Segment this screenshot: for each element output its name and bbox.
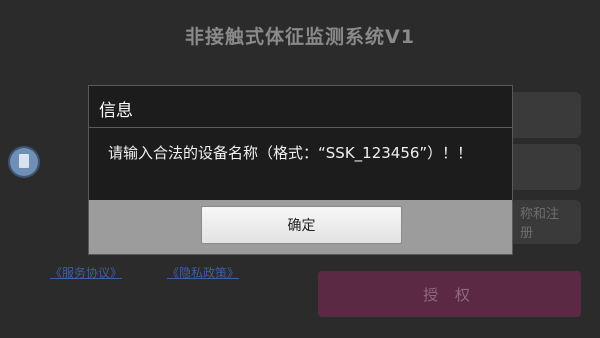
privacy-policy-link[interactable]: 《隐私政策》 — [167, 264, 239, 281]
dialog-divider — [89, 127, 512, 128]
register-button[interactable]: 称和注册 — [510, 200, 581, 244]
dialog-message: 请输入合法的设备名称（格式：“SSK_123456”）！！ — [108, 144, 473, 162]
dialog-title: 信息 — [99, 101, 133, 121]
register-button-label: 称和注册 — [520, 207, 560, 241]
service-agreement-link[interactable]: 《服务协议》 — [50, 264, 122, 281]
authorize-button[interactable]: 授 权 — [318, 271, 581, 317]
ok-button[interactable]: 确定 — [201, 206, 402, 244]
info-dialog: 信息 请输入合法的设备名称（格式：“SSK_123456”）！！ 确定 — [88, 85, 513, 255]
app-title: 非接触式体征监测系统V1 — [185, 26, 415, 48]
document-icon[interactable] — [10, 148, 38, 176]
dialog-footer: 确定 — [89, 200, 512, 254]
